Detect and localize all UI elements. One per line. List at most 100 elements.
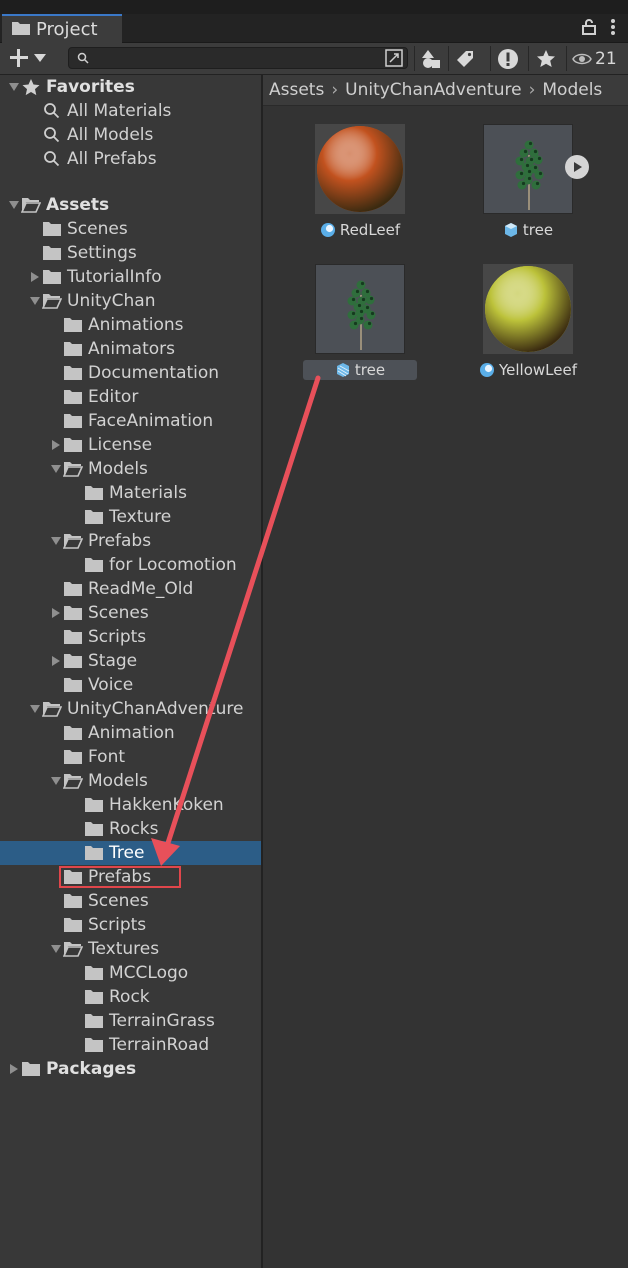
asset-label[interactable]: tree [303, 360, 417, 380]
tree-row-license[interactable]: License [0, 433, 261, 457]
breadcrumb-item[interactable]: Assets [269, 80, 324, 100]
tree-row-hakkenkoken[interactable]: HakkenKoken [0, 793, 261, 817]
chevron-down-icon[interactable] [29, 295, 41, 307]
chevron-right-icon[interactable] [29, 271, 41, 283]
search-icon [44, 151, 60, 167]
expand-arrow[interactable] [28, 265, 42, 289]
log-filter-button[interactable] [493, 44, 523, 73]
tree-row-terraingrass[interactable]: TerrainGrass [0, 1009, 261, 1033]
expand-arrow[interactable] [49, 529, 63, 553]
create-button[interactable] [8, 45, 52, 71]
prefab-thumbnail[interactable] [315, 264, 405, 354]
tree-row-texture[interactable]: Texture [0, 505, 261, 529]
tree-row-models[interactable]: Models [0, 769, 261, 793]
more-options-icon[interactable] [610, 18, 616, 41]
model-thumbnail[interactable] [483, 124, 573, 214]
asset-label[interactable]: YellowLeef [471, 360, 585, 380]
tree-row-models[interactable]: Models [0, 457, 261, 481]
tree-row-rocks[interactable]: Rocks [0, 817, 261, 841]
chevron-down-icon[interactable] [50, 463, 62, 475]
tree-row-favorites[interactable]: Favorites [0, 75, 261, 99]
expand-arrow[interactable] [7, 75, 21, 99]
tree-row-animations[interactable]: Animations [0, 313, 261, 337]
folder-open-icon [42, 702, 62, 717]
tree-row-documentation[interactable]: Documentation [0, 361, 261, 385]
tree-row-unitychanadventure[interactable]: UnityChanAdventure [0, 697, 261, 721]
tree-row-scripts[interactable]: Scripts [0, 913, 261, 937]
expand-arrow[interactable] [49, 769, 63, 793]
tree-row-font[interactable]: Font [0, 745, 261, 769]
tree-row-animation[interactable]: Animation [0, 721, 261, 745]
expand-arrow [70, 817, 84, 841]
expand-arrow[interactable] [49, 457, 63, 481]
tree-row-tutorialinfo[interactable]: TutorialInfo [0, 265, 261, 289]
chevron-down-icon[interactable] [8, 199, 20, 211]
tree-row-tree[interactable]: Tree [0, 841, 261, 865]
tree-row-faceanimation[interactable]: FaceAnimation [0, 409, 261, 433]
tree-row-all-prefabs[interactable]: All Prefabs [0, 147, 261, 171]
tree-row-materials[interactable]: Materials [0, 481, 261, 505]
tree-row-settings[interactable]: Settings [0, 241, 261, 265]
filter-by-label-button[interactable] [450, 44, 480, 73]
expand-arrow[interactable] [28, 289, 42, 313]
search-field[interactable] [93, 49, 387, 69]
tree-row-editor[interactable]: Editor [0, 385, 261, 409]
tree-row-scenes[interactable]: Scenes [0, 601, 261, 625]
tree-row-packages[interactable]: Packages [0, 1057, 261, 1081]
expand-arrow[interactable] [49, 601, 63, 625]
asset-label[interactable]: RedLeef [303, 220, 417, 240]
material-thumbnail[interactable] [483, 264, 573, 354]
hidden-packages-toggle[interactable]: 21 [572, 44, 624, 73]
folder-icon [84, 505, 104, 529]
chevron-down-icon[interactable] [50, 535, 62, 547]
expand-arrow[interactable] [49, 937, 63, 961]
expand-arrow[interactable] [7, 1057, 21, 1081]
expand-arrow[interactable] [49, 433, 63, 457]
chevron-right-icon[interactable] [8, 1063, 20, 1075]
search-scope-icon[interactable] [385, 49, 403, 67]
chevron-down-icon[interactable] [50, 943, 62, 955]
tree-row-prefabs[interactable]: Prefabs [0, 529, 261, 553]
tree-row-textures[interactable]: Textures [0, 937, 261, 961]
tree-row-terrainroad[interactable]: TerrainRoad [0, 1033, 261, 1057]
tree-row-label: Editor [88, 387, 139, 407]
tree-row-assets[interactable]: Assets [0, 193, 261, 217]
tree-row-label: Rock [109, 987, 150, 1007]
tree-row-all-models[interactable]: All Models [0, 123, 261, 147]
lock-icon[interactable] [582, 18, 596, 40]
tree-row-animators[interactable]: Animators [0, 337, 261, 361]
chevron-down-icon[interactable] [50, 775, 62, 787]
asset-label[interactable]: tree [471, 220, 585, 240]
chevron-right-icon[interactable] [50, 655, 62, 667]
material-thumbnail[interactable] [315, 124, 405, 214]
folder-icon [43, 270, 61, 284]
chevron-down-icon[interactable] [8, 81, 20, 93]
expand-arrow[interactable] [49, 649, 63, 673]
expand-arrow[interactable] [28, 697, 42, 721]
folder-icon [84, 1033, 104, 1057]
tree-row-scenes[interactable]: Scenes [0, 217, 261, 241]
chevron-down-icon[interactable] [29, 703, 41, 715]
chevron-right-icon[interactable] [50, 439, 62, 451]
tree-row-unitychan[interactable]: UnityChan [0, 289, 261, 313]
tree-row-for-locomotion[interactable]: for Locomotion [0, 553, 261, 577]
favorites-button[interactable] [531, 44, 561, 73]
breadcrumb-item[interactable]: UnityChanAdventure [345, 80, 521, 100]
chevron-right-icon[interactable] [50, 607, 62, 619]
play-icon[interactable] [565, 155, 589, 179]
expand-arrow[interactable] [7, 193, 21, 217]
tree-row-rock[interactable]: Rock [0, 985, 261, 1009]
filter-by-type-button[interactable] [416, 44, 446, 73]
tree-row-stage[interactable]: Stage [0, 649, 261, 673]
tree-row-mcclogo[interactable]: MCCLogo [0, 961, 261, 985]
tree-row-all-materials[interactable]: All Materials [0, 99, 261, 123]
tree-row-scripts[interactable]: Scripts [0, 625, 261, 649]
tree-row-voice[interactable]: Voice [0, 673, 261, 697]
tree-row-label: All Models [67, 125, 154, 145]
asset-name: YellowLeef [498, 361, 577, 379]
search-input[interactable] [68, 47, 408, 69]
tab-project[interactable]: Project [2, 14, 122, 43]
breadcrumb-item[interactable]: Models [542, 80, 602, 100]
tree-row-scenes[interactable]: Scenes [0, 889, 261, 913]
tree-row-readme-old[interactable]: ReadMe_Old [0, 577, 261, 601]
